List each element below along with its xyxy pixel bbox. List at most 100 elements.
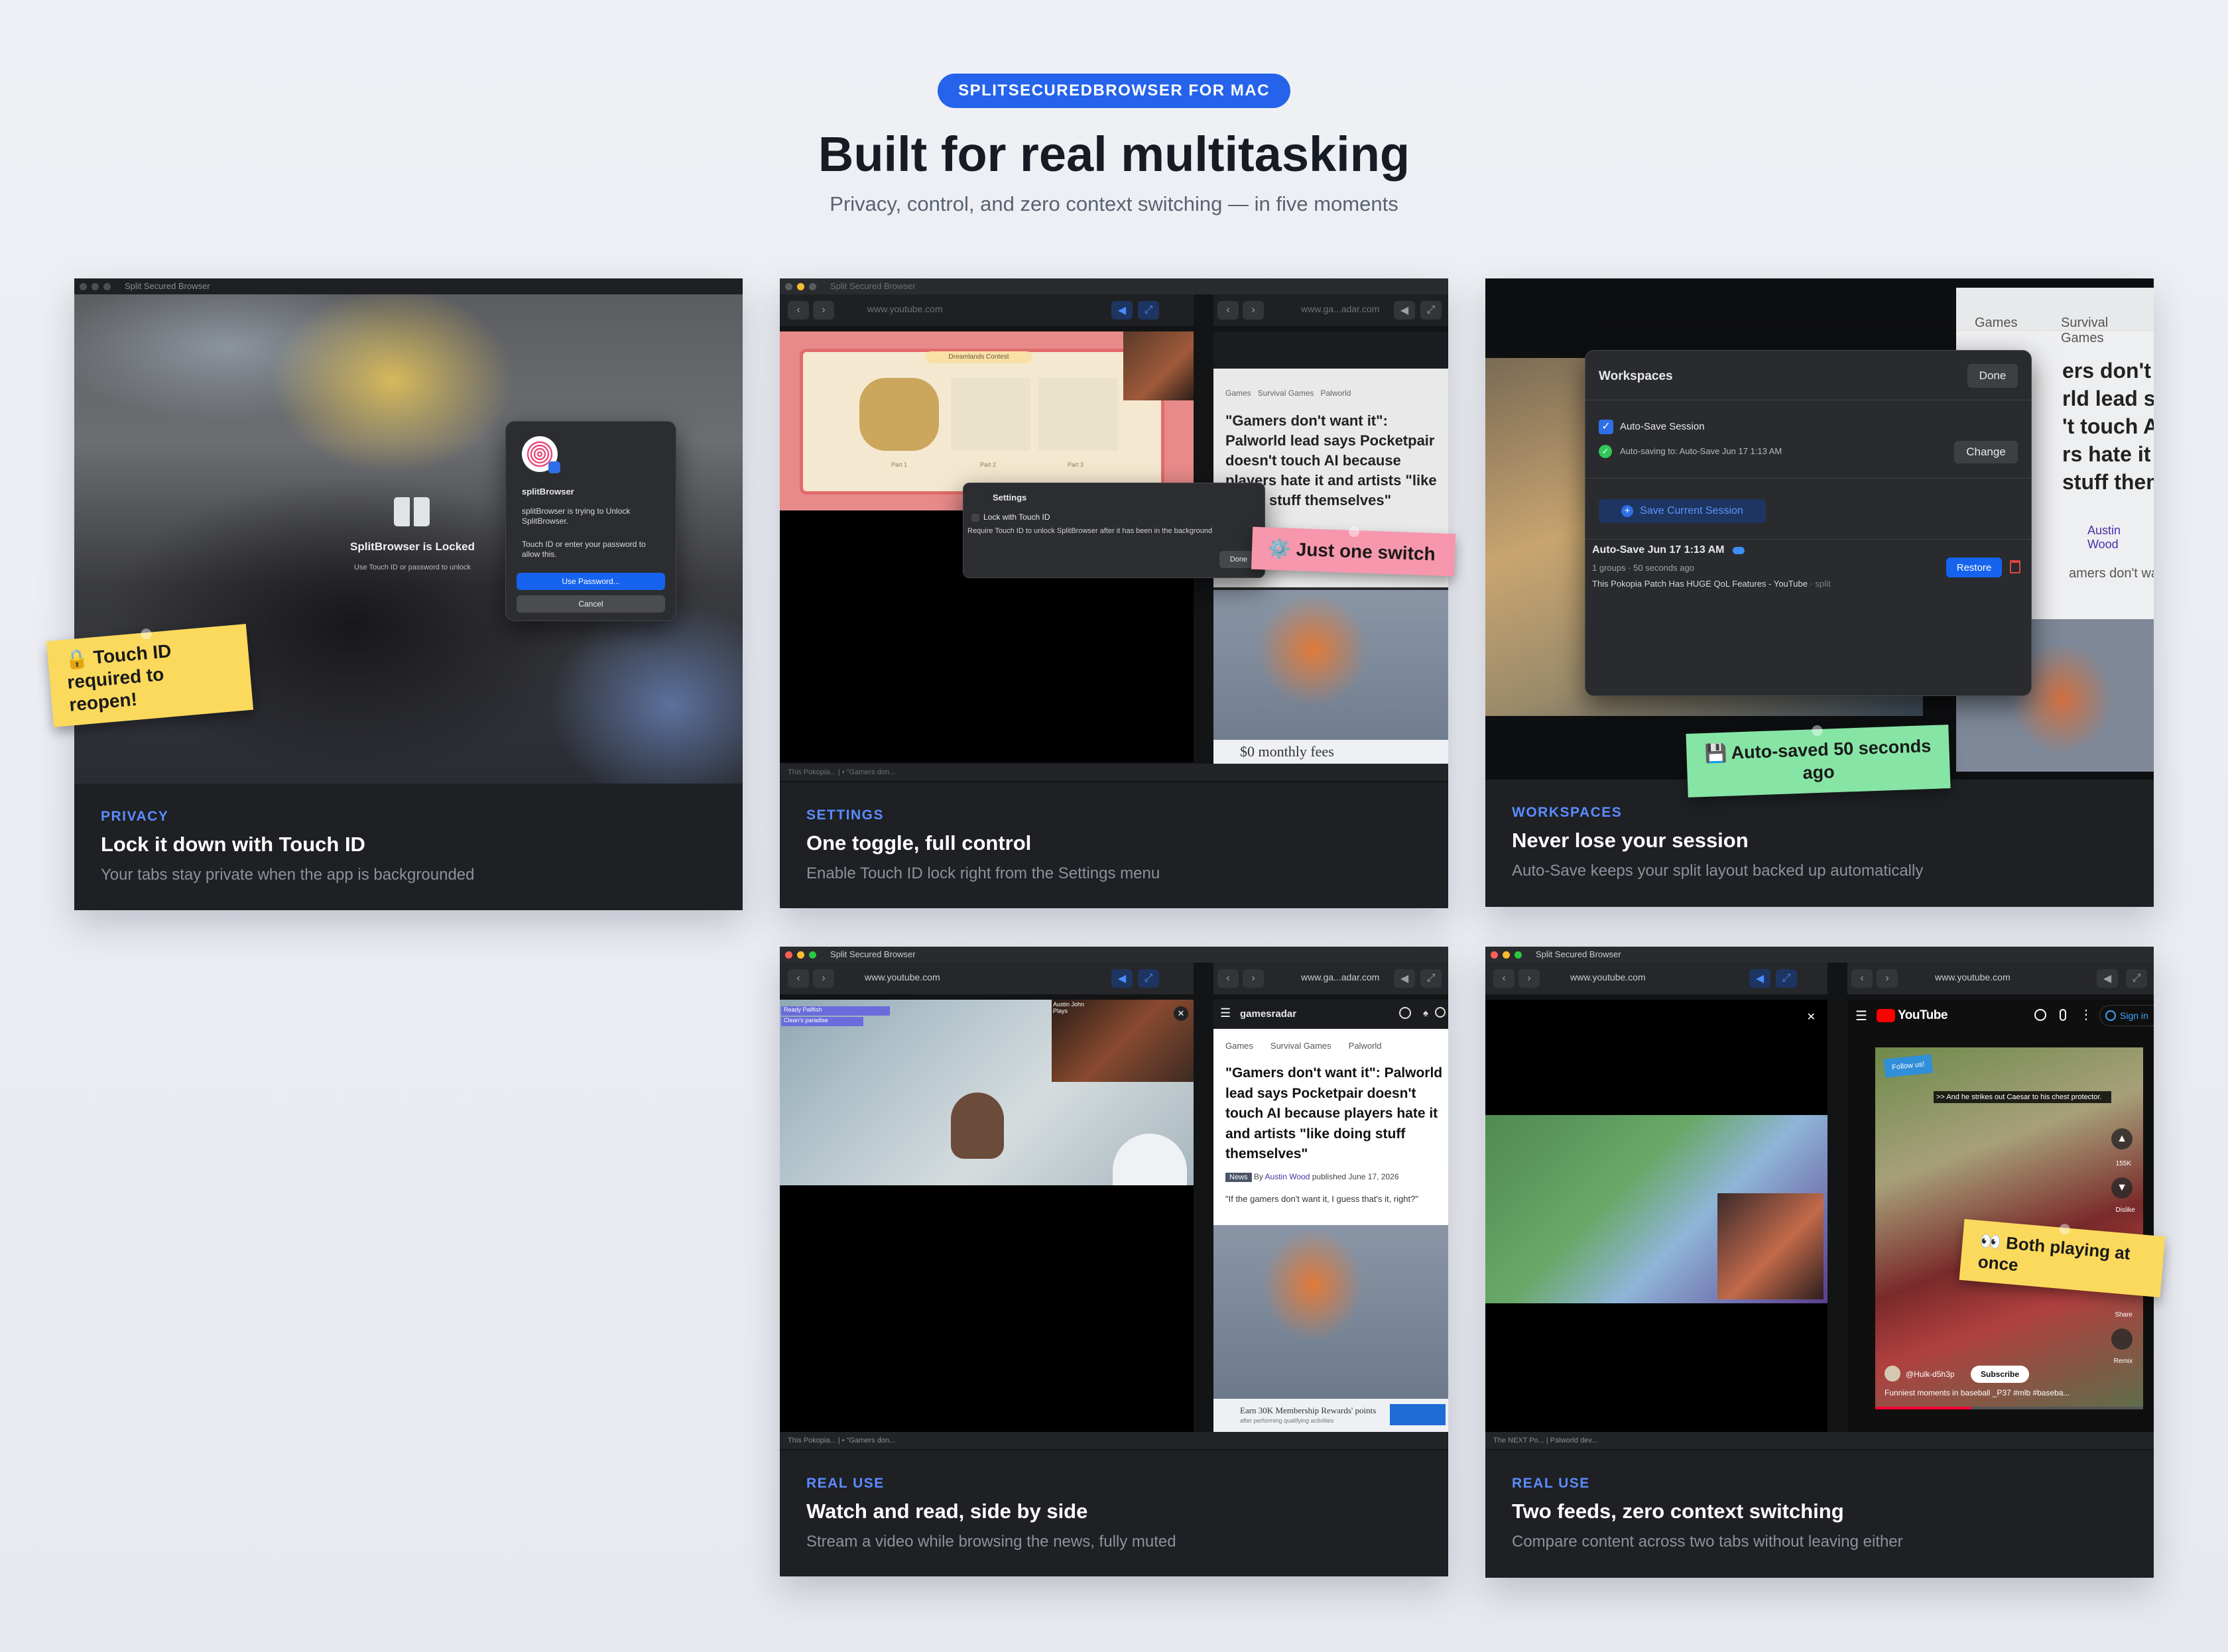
minimap [1113, 1134, 1187, 1185]
forward-button[interactable]: › [1243, 301, 1264, 320]
forward-button[interactable]: › [813, 969, 834, 988]
minimize-dot-icon[interactable] [797, 283, 804, 290]
video-progress[interactable] [1875, 1407, 2143, 1409]
session-page: This Pokopia Patch Has HUGE QoL Features… [1592, 579, 1831, 589]
dialog-prompt: Touch ID or enter your password to allow… [522, 540, 646, 559]
forward-button[interactable]: › [813, 301, 834, 320]
forward-button[interactable]: › [1243, 969, 1264, 988]
close-icon[interactable]: ✕ [1174, 1006, 1188, 1021]
close-dot-icon[interactable] [785, 951, 792, 959]
search-icon[interactable] [2034, 1009, 2046, 1021]
screenshot-workspaces: Games Survival Games ers don't wa rld le… [1485, 278, 2154, 780]
game-slot-locked [1038, 378, 1118, 451]
minimize-dot-icon[interactable] [1503, 951, 1510, 959]
expand-button[interactable]: ⤢ [1420, 969, 1442, 988]
right-url[interactable]: www.youtube.com [1935, 972, 2011, 982]
bell-icon[interactable]: ♠ [1423, 1008, 1428, 1019]
autosave-label: Auto-Save Session [1620, 421, 1705, 432]
short-title: Funniest moments in baseball _P37 #mlb #… [1885, 1388, 2070, 1397]
feature-card-privacy: Split Secured Browser SplitBrowser is Lo… [74, 278, 743, 910]
channel-name[interactable]: @Hulk-d5h3p [1906, 1370, 1955, 1379]
part-label: Part 2 [980, 461, 997, 468]
back-button[interactable]: ‹ [1217, 969, 1239, 988]
zoom-dot-icon[interactable] [809, 951, 816, 959]
mute-button[interactable]: ◀ [2097, 969, 2118, 988]
like-icon[interactable]: ▲ [2111, 1128, 2133, 1150]
crumb[interactable]: Survival Games [1270, 1041, 1331, 1051]
dislike-label: Dislike [2115, 1207, 2135, 1214]
left-url[interactable]: www.youtube.com [867, 304, 943, 314]
zoom-dot-icon[interactable] [1515, 951, 1522, 959]
mic-icon[interactable] [2060, 1009, 2066, 1021]
toggle-description: Require Touch ID to unlock SplitBrowser … [967, 527, 1213, 535]
left-url[interactable]: www.youtube.com [865, 972, 940, 982]
mute-button[interactable]: ◀ [1394, 969, 1415, 988]
minimize-dot-icon[interactable] [797, 951, 804, 959]
zoom-dot-icon[interactable] [103, 283, 111, 290]
lock-touch-id-toggle[interactable] [971, 514, 979, 522]
app-avatar-icon [522, 436, 560, 473]
expand-button[interactable]: ⤢ [1776, 969, 1797, 988]
sign-in-button[interactable]: Sign in [2099, 1005, 2154, 1026]
change-button[interactable]: Change [1954, 441, 2018, 463]
article-image [1213, 1225, 1448, 1399]
status-tabs[interactable]: This Pokopia... | • "Gamers don... [788, 1437, 895, 1445]
game-sign: Dreamlands Contest [926, 351, 1032, 363]
save-session-button[interactable]: + Save Current Session [1599, 499, 1766, 523]
mute-button[interactable]: ◀ [1749, 969, 1770, 988]
game-character [951, 1092, 1004, 1159]
byline-prefix: By [1253, 1172, 1263, 1181]
use-password-button[interactable]: Use Password... [517, 573, 665, 590]
back-button[interactable]: ‹ [1217, 301, 1239, 320]
account-icon[interactable] [1399, 1007, 1411, 1019]
zoom-dot-icon[interactable] [809, 283, 816, 290]
status-tabs[interactable]: This Pokopia... | • "Gamers don... [788, 768, 895, 776]
mute-button[interactable]: ◀ [1111, 969, 1133, 988]
search-icon[interactable] [1435, 1007, 1446, 1018]
mute-button[interactable]: ◀ [1394, 301, 1415, 320]
video-caption: >> And he strikes out Caesar to his ches… [1934, 1091, 2111, 1103]
expand-button[interactable]: ⤢ [1420, 301, 1442, 320]
subscribe-button[interactable]: Subscribe [1971, 1366, 2029, 1383]
close-icon[interactable]: ✕ [1807, 1010, 1816, 1024]
mute-button[interactable]: ◀ [1111, 301, 1133, 320]
forward-button[interactable]: › [1518, 969, 1540, 988]
back-button[interactable]: ‹ [1493, 969, 1515, 988]
expand-button[interactable]: ⤢ [1138, 301, 1159, 320]
status-tabs[interactable]: The NEXT Po... | Palworld dev... [1493, 1437, 1597, 1445]
status-bar: The NEXT Po... | Palworld dev... [1485, 1432, 2154, 1449]
menu-icon[interactable]: ☰ [1855, 1008, 1867, 1024]
trash-icon[interactable] [2010, 560, 2020, 573]
dislike-icon[interactable]: ▼ [2111, 1177, 2133, 1199]
workspaces-done-button[interactable]: Done [1967, 364, 2018, 388]
left-url[interactable]: www.youtube.com [1570, 972, 1646, 982]
restore-button[interactable]: Restore [1946, 558, 2002, 577]
right-url[interactable]: www.ga...adar.com [1301, 972, 1379, 982]
crumb[interactable]: Games [1225, 1041, 1253, 1051]
forward-button[interactable]: › [1877, 969, 1898, 988]
author-link[interactable]: Austin Wood [1265, 1172, 1310, 1181]
close-dot-icon[interactable] [1491, 951, 1498, 959]
back-button[interactable]: ‹ [788, 301, 809, 320]
cancel-button[interactable]: Cancel [517, 595, 665, 613]
close-dot-icon[interactable] [80, 283, 87, 290]
back-button[interactable]: ‹ [788, 969, 809, 988]
remix-icon[interactable] [2111, 1328, 2133, 1350]
expand-button[interactable]: ⤢ [2126, 969, 2147, 988]
expand-button[interactable]: ⤢ [1138, 969, 1159, 988]
pin-icon [1348, 526, 1360, 538]
minimize-dot-icon[interactable] [92, 283, 99, 290]
card-title: Lock it down with Touch ID [101, 833, 365, 856]
crumb[interactable]: Palworld [1349, 1041, 1382, 1051]
channel-avatar[interactable] [1885, 1366, 1900, 1382]
autosave-checkbox[interactable]: ✓ [1599, 420, 1613, 434]
card-category: REAL USE [1512, 1476, 1590, 1491]
left-pane-toolbar: ‹ › www.youtube.com ◀ ⤢ [780, 294, 1194, 326]
ad-banner[interactable]: Earn 30K Membership Rewards' points afte… [1213, 1399, 1448, 1432]
right-url[interactable]: www.ga...adar.com [1301, 304, 1379, 314]
more-icon[interactable]: ⋮ [2079, 1006, 2093, 1023]
card-category: WORKSPACES [1512, 805, 1623, 820]
back-button[interactable]: ‹ [1851, 969, 1873, 988]
close-dot-icon[interactable] [785, 283, 792, 290]
menu-icon[interactable]: ☰ [1220, 1006, 1231, 1020]
